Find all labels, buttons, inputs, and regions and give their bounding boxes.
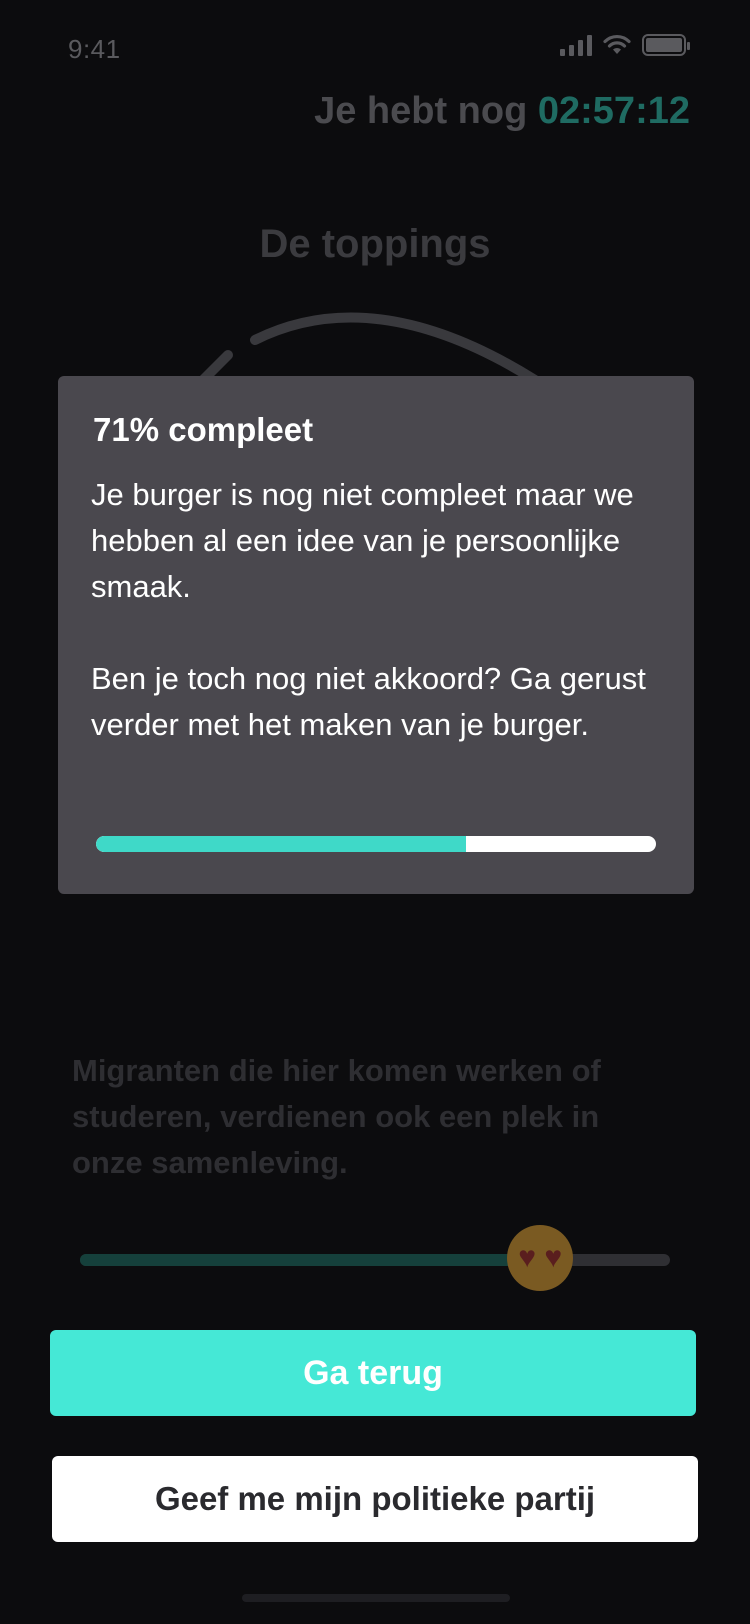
slider-fill [80, 1254, 541, 1266]
wifi-icon [603, 34, 631, 54]
completion-progress-bar [96, 836, 656, 852]
status-icons [560, 34, 690, 56]
heart-eyes-icon: ♥ ♥ [518, 1241, 563, 1274]
battery-icon [642, 34, 690, 56]
opinion-slider[interactable] [80, 1254, 670, 1266]
heart-eyes-emoji-slider-thumb[interactable]: ♥ ♥ [507, 1225, 574, 1291]
completion-modal: 71% compleet Je burger is nog niet compl… [58, 376, 694, 894]
countdown-timer: Je hebt nog 02:57:12 [314, 90, 690, 133]
section-title: De toppings [259, 222, 491, 266]
modal-title: 71% compleet [93, 411, 314, 448]
back-button[interactable]: Ga terug [50, 1330, 696, 1416]
modal-body: Je burger is nog niet compleet maar we h… [91, 477, 646, 742]
timer-prefix: Je hebt nog [314, 90, 528, 132]
status-time: 9:41 [68, 34, 121, 64]
progress-fill [96, 836, 466, 852]
cellular-signal-icon [560, 34, 592, 56]
home-indicator [242, 1594, 510, 1602]
question-statement: Migranten die hier komen werken of stude… [72, 1053, 601, 1180]
timer-value: 02:57:12 [537, 90, 690, 132]
show-party-button[interactable]: Geef me mijn politieke partij [52, 1456, 698, 1542]
screen: 9:41 Je hebt nog 02:57:12 De toppings Mi… [0, 0, 750, 1624]
